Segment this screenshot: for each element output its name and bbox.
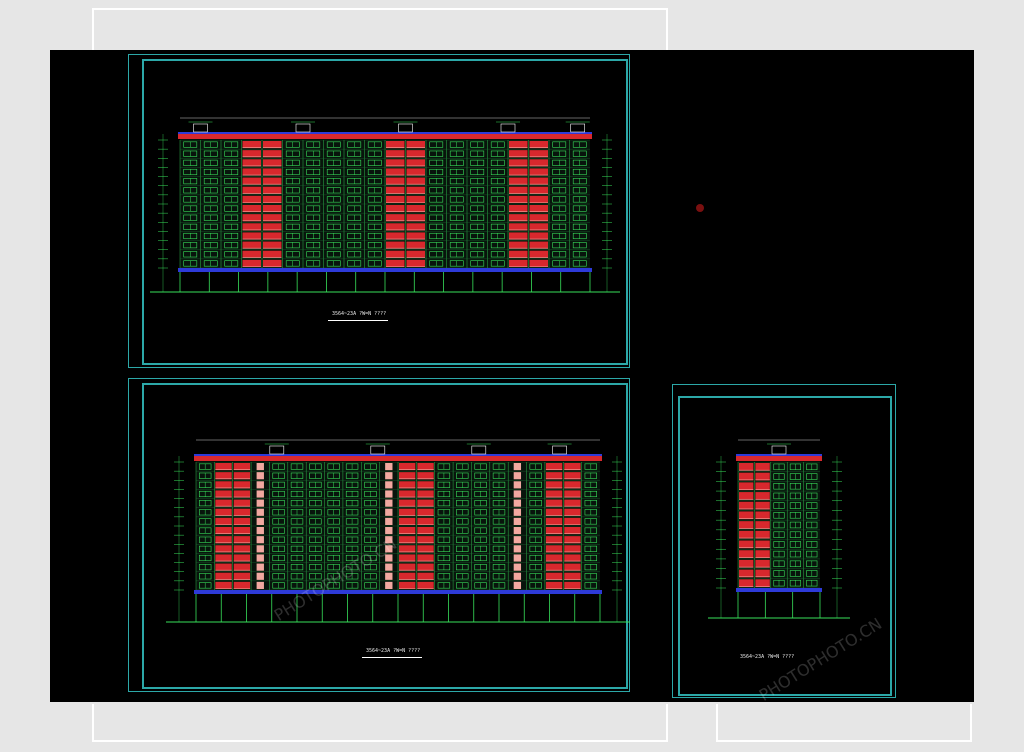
balcony-panel xyxy=(739,530,754,539)
balcony-panel xyxy=(755,559,770,568)
balcony-panel xyxy=(739,521,754,529)
balcony-panel xyxy=(755,511,770,520)
balcony-panel xyxy=(739,463,754,471)
balcony-panel xyxy=(755,550,770,558)
cad-canvas: 3564~23A ?W=N ???? 3564~23A ?W=N ???? 35… xyxy=(50,50,974,705)
balcony-panel xyxy=(755,472,770,481)
background-panel-left xyxy=(92,8,668,50)
balcony-panel xyxy=(739,492,754,500)
ground-slab xyxy=(736,588,822,592)
balcony-panel xyxy=(739,501,754,510)
balcony-panel xyxy=(755,521,770,529)
balcony-panel xyxy=(755,501,770,510)
background-panel-bottom-right xyxy=(716,704,972,742)
balcony-panel xyxy=(755,579,770,587)
balcony-panel xyxy=(739,559,754,568)
roof-tower xyxy=(771,445,787,455)
side-elevation-drawing xyxy=(708,439,850,619)
balcony-panel xyxy=(755,463,770,471)
background-panel-bottom-left xyxy=(92,704,668,742)
balcony-panel xyxy=(739,579,754,587)
balcony-panel xyxy=(755,482,770,491)
red-marker xyxy=(696,204,704,212)
balcony-panel xyxy=(739,550,754,558)
balcony-panel xyxy=(755,569,770,578)
balcony-panel xyxy=(739,540,754,549)
balcony-panel xyxy=(739,482,754,491)
balcony-panel xyxy=(739,511,754,520)
balcony-panel xyxy=(755,492,770,500)
balcony-panel xyxy=(755,530,770,539)
side-elevation-caption: 3564~23A ?W=N ???? xyxy=(740,654,795,660)
balcony-panel xyxy=(755,540,770,549)
roof-parapet xyxy=(736,456,822,461)
balcony-panel xyxy=(739,472,754,481)
balcony-panel xyxy=(739,569,754,578)
